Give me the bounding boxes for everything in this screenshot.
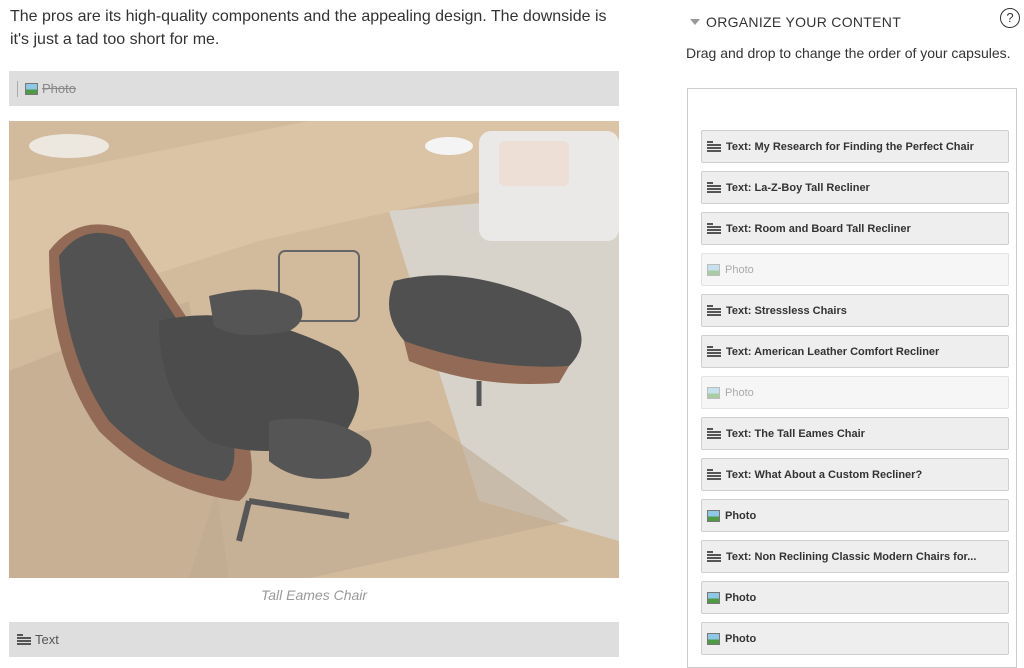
text-capsule-bar[interactable]: Text <box>9 622 619 657</box>
capsule-item-label: Photo <box>725 509 757 522</box>
caret-down-icon[interactable] <box>690 19 700 25</box>
capsule-item-photo[interactable]: Photo <box>701 622 1009 655</box>
text-icon <box>707 427 721 440</box>
photo-caption: Tall Eames Chair <box>260 587 368 603</box>
text-icon <box>707 140 721 153</box>
drag-handle[interactable] <box>17 80 18 97</box>
photo-icon <box>707 386 720 399</box>
organize-header[interactable]: ORGANIZE YOUR CONTENT <box>690 14 901 30</box>
capsule-item-label: Text: What About a Custom Recliner? <box>726 468 923 481</box>
capsule-item-label: Photo <box>725 632 757 645</box>
photo-capsule-bar[interactable]: Photo <box>9 71 619 106</box>
text-icon <box>707 304 721 317</box>
capsule-item-photo[interactable]: Photo <box>701 499 1009 532</box>
chair-photo[interactable] <box>9 121 619 578</box>
capsule-item-text[interactable]: Text: Non Reclining Classic Modern Chair… <box>701 540 1009 573</box>
capsule-item-photo[interactable]: Photo <box>701 581 1009 614</box>
text-icon <box>707 550 721 563</box>
organize-title: ORGANIZE YOUR CONTENT <box>706 14 902 30</box>
text-capsule-label: Text <box>35 632 59 647</box>
help-icon[interactable]: ? <box>1000 8 1020 28</box>
capsule-item-label: Text: Non Reclining Classic Modern Chair… <box>726 550 977 563</box>
capsule-item-label: Text: American Leather Comfort Recliner <box>726 345 940 358</box>
capsule-item-text[interactable]: Text: Room and Board Tall Recliner <box>701 212 1009 245</box>
organize-panel: ORGANIZE YOUR CONTENT ? Drag and drop to… <box>680 0 1024 668</box>
capsule-item-text[interactable]: Text: The Tall Eames Chair <box>701 417 1009 450</box>
capsule-item-text[interactable]: Text: My Research for Finding the Perfec… <box>701 130 1009 163</box>
photo-overlay <box>9 121 619 578</box>
capsule-item-text[interactable]: Text: American Leather Comfort Recliner <box>701 335 1009 368</box>
capsule-item-text[interactable]: Text: What About a Custom Recliner? <box>701 458 1009 491</box>
photo-icon <box>707 632 720 645</box>
capsule-list[interactable]: Text: My Research for Finding the Perfec… <box>687 88 1017 668</box>
text-icon <box>707 468 721 481</box>
capsule-item-photo[interactable]: Photo <box>701 253 1009 286</box>
capsule-item-label: Text: My Research for Finding the Perfec… <box>726 140 974 153</box>
capsule-item-text[interactable]: Text: Stressless Chairs <box>701 294 1009 327</box>
photo-capsule-label: Photo <box>42 81 76 96</box>
photo-icon <box>707 263 720 276</box>
capsule-item-label: Text: Room and Board Tall Recliner <box>726 222 911 235</box>
organize-subtitle: Drag and drop to change the order of you… <box>686 45 1011 61</box>
capsule-item-label: Text: The Tall Eames Chair <box>726 427 865 440</box>
text-icon <box>707 222 721 235</box>
capsule-item-text[interactable]: Text: La-Z-Boy Tall Recliner <box>701 171 1009 204</box>
capsule-item-label: Photo <box>725 591 757 604</box>
text-icon <box>707 181 721 194</box>
capsule-item-label: Photo <box>725 263 754 276</box>
text-icon <box>17 633 31 646</box>
intro-paragraph[interactable]: The pros are its high-quality components… <box>10 5 630 51</box>
text-icon <box>707 345 721 358</box>
article-column: The pros are its high-quality components… <box>0 0 640 662</box>
photo-icon <box>25 82 38 95</box>
capsule-item-photo[interactable]: Photo <box>701 376 1009 409</box>
capsule-item-label: Text: Stressless Chairs <box>726 304 847 317</box>
photo-icon <box>707 591 720 604</box>
capsule-item-label: Text: La-Z-Boy Tall Recliner <box>726 181 870 194</box>
capsule-item-label: Photo <box>725 386 754 399</box>
photo-icon <box>707 509 720 522</box>
